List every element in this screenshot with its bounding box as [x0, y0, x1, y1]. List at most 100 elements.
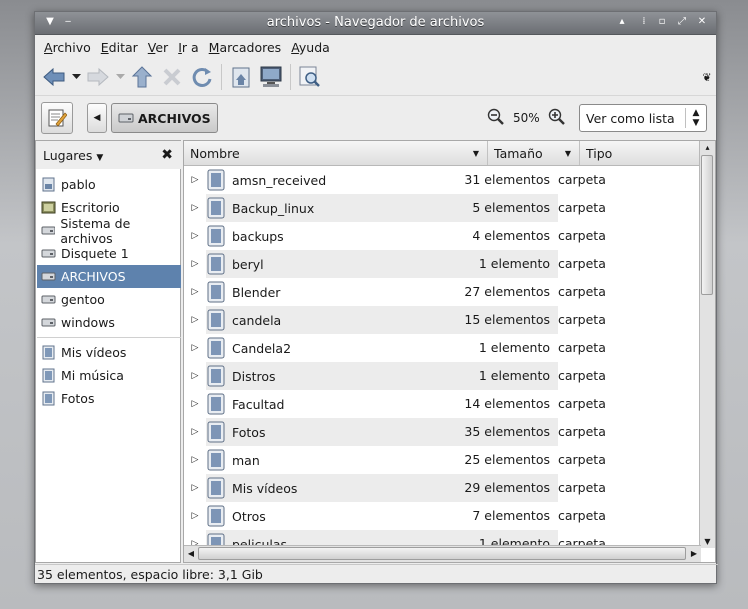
computer-button[interactable] [256, 62, 286, 92]
zoom-out-button[interactable] [487, 108, 505, 129]
expand-triangle-icon[interactable]: ▷ [184, 315, 206, 325]
table-row[interactable]: ▷ Facultad 14 elementos carpeta [184, 390, 701, 418]
table-row[interactable]: ▷ man 25 elementos carpeta [184, 446, 701, 474]
expand-triangle-icon[interactable]: ▷ [184, 371, 206, 381]
folder-icon [207, 505, 225, 527]
expand-triangle-icon[interactable]: ▷ [184, 483, 206, 493]
column-header-nombre[interactable]: Nombre ▼ [184, 141, 488, 165]
forward-icon [87, 67, 109, 87]
horizontal-scroll-thumb[interactable] [198, 547, 686, 560]
table-row[interactable]: ▷ Mis vídeos 29 elementos carpeta [184, 474, 701, 502]
file-type: carpeta [558, 368, 606, 383]
view-mode-label: Ver como lista [586, 110, 675, 126]
sidebar-item-label: Sistema de archivos [60, 215, 131, 246]
breadcrumb-archivos[interactable]: ARCHIVOS [111, 103, 218, 133]
file-type: carpeta [558, 424, 606, 439]
table-row[interactable]: ▷ backups 4 elementos carpeta [184, 222, 701, 250]
stick-icon[interactable]: ⁞ [637, 15, 651, 29]
menu-ayuda[interactable]: Ayuda [286, 40, 335, 55]
menu-editar[interactable]: Editar [96, 40, 143, 55]
zoom-out-icon [487, 108, 504, 125]
sidebar-item-archivos[interactable]: ARCHIVOS [37, 265, 181, 288]
zoom-level[interactable]: 50% [513, 111, 540, 125]
expand-triangle-icon[interactable]: ▷ [184, 287, 206, 297]
expand-triangle-icon[interactable]: ▷ [184, 399, 206, 409]
column-header-tamano[interactable]: Tamaño ▼ [488, 141, 580, 165]
sidebar-item-fotos[interactable]: Fotos [37, 387, 181, 410]
sidebar-item-mi-música[interactable]: Mi música [37, 364, 181, 387]
forward-history-dropdown[interactable] [113, 62, 127, 92]
chevron-down-icon [71, 74, 81, 79]
sidebar-title: Lugares [43, 147, 93, 163]
close-icon[interactable]: ✕ [695, 15, 709, 29]
expand-triangle-icon[interactable]: ▷ [184, 231, 206, 241]
computer-icon [260, 66, 282, 87]
file-size: 27 elementos [464, 284, 550, 299]
table-row[interactable]: ▷ candela 15 elementos carpeta [184, 306, 701, 334]
sidebar-item-sistema-de-archivos[interactable]: Sistema de archivos [37, 216, 181, 246]
stop-button[interactable] [157, 62, 187, 92]
shade-icon[interactable]: ▴ [615, 15, 629, 29]
table-row[interactable]: ▷ Backup_linux 5 elementos carpeta [184, 194, 701, 222]
menu-ir-a[interactable]: Ir a [173, 40, 203, 55]
menu-marcadores[interactable]: Marcadores [204, 40, 287, 55]
up-button[interactable] [127, 62, 157, 92]
view-mode-select[interactable]: Ver como lista ▲ ▼ [579, 104, 707, 132]
sidebar-type-selector[interactable]: Lugares ▼ [43, 148, 103, 163]
forward-button[interactable] [83, 62, 113, 92]
folder-icon [207, 365, 225, 387]
expand-triangle-icon[interactable]: ▷ [184, 343, 206, 353]
menu-archivo[interactable]: Archivo [39, 40, 96, 55]
back-history-dropdown[interactable] [69, 62, 83, 92]
expand-triangle-icon[interactable]: ▷ [184, 427, 206, 437]
expand-triangle-icon[interactable]: ▷ [184, 203, 206, 213]
reload-button[interactable] [187, 62, 217, 92]
back-button[interactable] [39, 62, 69, 92]
search-button[interactable] [295, 62, 325, 92]
sidebar-item-mis-vídeos[interactable]: Mis vídeos [37, 341, 181, 364]
scroll-down-icon[interactable]: ▼ [700, 535, 715, 548]
file-name: Blender [232, 284, 281, 300]
location-edit-button[interactable] [41, 102, 73, 134]
file-type: carpeta [558, 256, 606, 271]
back-icon [43, 67, 65, 87]
table-row[interactable]: ▷ Blender 27 elementos carpeta [184, 278, 701, 306]
scroll-left-icon[interactable]: ◀ [184, 546, 198, 562]
expand-triangle-icon[interactable]: ▷ [184, 175, 206, 185]
table-row[interactable]: ▷ Distros 1 elemento carpeta [184, 362, 701, 390]
file-name: Distros [232, 368, 276, 384]
vertical-scrollbar[interactable]: ▴ ▼ [699, 141, 715, 548]
maximize-icon[interactable]: ⤢ [675, 15, 689, 29]
desktop-icon [41, 201, 56, 214]
scroll-right-icon[interactable]: ▶ [687, 546, 701, 562]
table-row[interactable]: ▷ amsn_received 31 elementos carpeta [184, 166, 701, 194]
sidebar-item-gentoo[interactable]: gentoo [37, 288, 181, 311]
expand-triangle-icon[interactable]: ▷ [184, 455, 206, 465]
minimize-icon[interactable]: ▫ [655, 15, 669, 29]
table-row[interactable]: ▷ Otros 7 elementos carpeta [184, 502, 701, 530]
column-header-tipo[interactable]: Tipo [580, 141, 701, 165]
close-sidebar-icon[interactable]: ✖ [161, 147, 173, 163]
file-type: carpeta [558, 200, 606, 215]
folder-icon [207, 421, 225, 443]
zoom-in-icon [548, 108, 565, 125]
drive-icon [41, 295, 56, 304]
table-row[interactable]: ▷ beryl 1 elemento carpeta [184, 250, 701, 278]
menu-label: yuda [298, 39, 330, 55]
sidebar-item-windows[interactable]: windows [37, 311, 181, 334]
table-row[interactable]: ▷ Fotos 35 elementos carpeta [184, 418, 701, 446]
expand-triangle-icon[interactable]: ▷ [184, 259, 206, 269]
file-name: man [232, 452, 260, 468]
vertical-scroll-thumb[interactable] [701, 155, 713, 295]
file-type: carpeta [558, 396, 606, 411]
home-button[interactable] [226, 62, 256, 92]
menu-ver[interactable]: Ver [143, 40, 173, 55]
table-row[interactable]: ▷ Candela2 1 elemento carpeta [184, 334, 701, 362]
expand-triangle-icon[interactable]: ▷ [184, 511, 206, 521]
title-bar[interactable]: ▼ ‒ archivos - Navegador de archivos ▴ ⁞… [35, 12, 716, 35]
sidebar-item-pablo[interactable]: pablo [37, 173, 181, 196]
zoom-in-button[interactable] [548, 108, 566, 129]
scroll-up-icon[interactable]: ▴ [700, 141, 715, 154]
path-scroll-left-button[interactable]: ◀ [87, 103, 107, 133]
horizontal-scrollbar[interactable]: ◀ ▶ [184, 545, 701, 562]
